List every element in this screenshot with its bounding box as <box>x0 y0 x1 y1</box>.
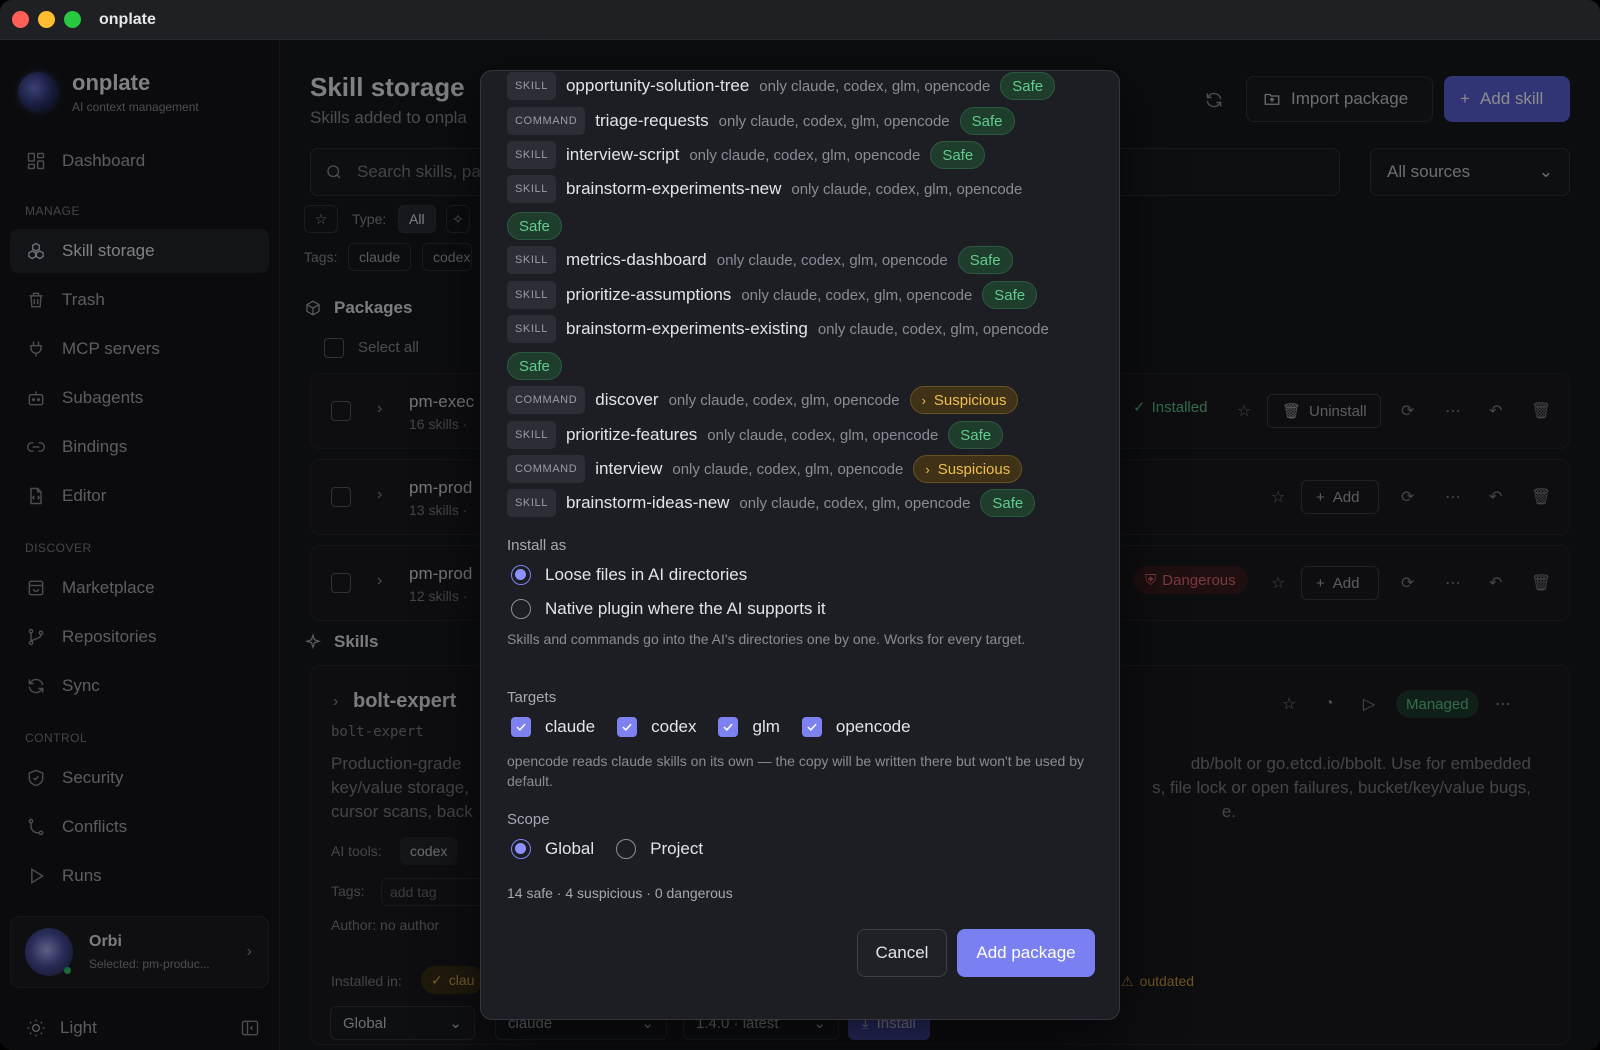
package-item-row: SKILL brainstorm-ideas-new only claude, … <box>507 488 1036 518</box>
safe-badge: Safe <box>948 421 1004 449</box>
item-scope: only claude, codex, glm, opencode <box>759 77 991 95</box>
target-checkbox-glm[interactable]: glm <box>718 717 780 737</box>
item-name: discover <box>595 390 659 409</box>
checkbox-checked-icon <box>718 717 739 737</box>
checkbox-checked-icon <box>801 717 822 737</box>
item-scope: only claude, codex, glm, opencode <box>707 426 939 444</box>
package-item-row: SKILL prioritize-features only claude, c… <box>507 420 1004 450</box>
install-as-label: Install as <box>507 537 567 554</box>
title-bar: onplate <box>0 0 1600 40</box>
install-option-loose-files[interactable]: Loose files in AI directories <box>511 565 747 585</box>
app-window: onplate onplate AI context management Da… <box>0 0 1600 1050</box>
radio-selected[interactable] <box>511 839 531 859</box>
safe-badge: Safe <box>957 246 1013 274</box>
package-item-row: SKILL brainstorm-experiments-existing on… <box>507 314 1059 344</box>
chevron-right-icon: › <box>925 461 930 477</box>
safe-badge: Safe <box>930 141 986 169</box>
item-scope: only claude, codex, glm, opencode <box>716 251 948 269</box>
add-package-dialog: SKILL opportunity-solution-tree only cla… <box>480 70 1120 1020</box>
item-kind: SKILL <box>507 72 556 100</box>
safe-badge: Safe <box>980 489 1036 517</box>
targets-label: Targets <box>507 689 557 706</box>
radio-selected[interactable] <box>511 565 531 585</box>
item-kind: COMMAND <box>507 107 586 135</box>
package-item-row: COMMAND discover only claude, codex, glm… <box>507 385 1019 415</box>
item-kind: COMMAND <box>507 386 586 414</box>
item-name: opportunity-solution-tree <box>565 76 750 95</box>
window-controls <box>12 11 81 28</box>
safe-badge: Safe <box>982 281 1038 309</box>
package-item-row: COMMAND triage-requests only claude, cod… <box>507 106 1015 136</box>
safe-badge: Safe <box>507 212 562 240</box>
package-item-row: SKILL metrics-dashboard only claude, cod… <box>507 245 1013 275</box>
checkbox-checked-icon <box>511 717 531 737</box>
item-scope: only claude, codex, glm, opencode <box>739 494 971 512</box>
item-scope: only claude, codex, glm, opencode <box>668 391 900 409</box>
item-kind: SKILL <box>507 246 556 274</box>
package-item-row: SKILL opportunity-solution-tree only cla… <box>507 71 1056 101</box>
scope-label: Scope <box>507 811 550 828</box>
close-window-button[interactable] <box>12 11 29 28</box>
targets-help-text: opencode reads claude skills on its own … <box>507 753 1084 789</box>
item-name: triage-requests <box>595 111 709 130</box>
scope-radios: Global Project <box>511 839 725 859</box>
suspicious-badge[interactable]: › Suspicious <box>909 386 1019 414</box>
window-title: onplate <box>99 10 156 28</box>
safe-badge: Safe <box>1000 72 1056 100</box>
scope-option-global[interactable]: Global <box>511 839 594 859</box>
item-kind: COMMAND <box>507 455 586 483</box>
checkbox-checked-icon <box>617 717 638 737</box>
item-name: metrics-dashboard <box>565 250 707 269</box>
radio-unselected[interactable] <box>511 599 531 619</box>
item-name: interview <box>595 459 663 478</box>
item-kind: SKILL <box>507 315 556 343</box>
item-name: brainstorm-experiments-new <box>565 179 782 198</box>
radio-unselected[interactable] <box>616 839 637 859</box>
scope-option-project[interactable]: Project <box>616 839 703 859</box>
install-help-text: Skills and commands go into the AI's dir… <box>507 631 1026 647</box>
item-scope: only claude, codex, glm, opencode <box>817 320 1049 338</box>
target-checkbox-opencode[interactable]: opencode <box>801 717 911 737</box>
item-scope: only claude, codex, glm, opencode <box>741 286 973 304</box>
item-name: brainstorm-experiments-existing <box>565 319 808 338</box>
item-scope: only claude, codex, glm, opencode <box>689 146 921 164</box>
item-scope: only claude, codex, glm, opencode <box>672 460 904 478</box>
minimize-window-button[interactable] <box>38 11 55 28</box>
safe-badge: Safe <box>507 352 562 380</box>
item-name: interview-script <box>565 145 680 164</box>
target-checkbox-claude[interactable]: claude <box>511 717 595 737</box>
cancel-button[interactable]: Cancel <box>857 929 947 977</box>
scan-summary: 14 safe · 4 suspicious · 0 dangerous <box>507 885 733 901</box>
targets-checkboxes: claude codex glm opencode <box>511 717 933 737</box>
package-item-row: SKILL brainstorm-experiments-new only cl… <box>507 174 1032 204</box>
safe-badge: Safe <box>959 107 1015 135</box>
package-item-row: SKILL prioritize-assumptions only claude… <box>507 280 1038 310</box>
package-item-row: SKILL interview-script only claude, code… <box>507 140 986 170</box>
item-name: prioritize-assumptions <box>565 285 732 304</box>
item-scope: only claude, codex, glm, opencode <box>791 180 1023 198</box>
item-scope: only claude, codex, glm, opencode <box>718 112 950 130</box>
item-kind: SKILL <box>507 141 556 169</box>
item-kind: SKILL <box>507 281 556 309</box>
item-kind: SKILL <box>507 489 556 517</box>
item-kind: SKILL <box>507 421 556 449</box>
install-option-native-plugin[interactable]: Native plugin where the AI supports it <box>511 599 826 619</box>
suspicious-badge[interactable]: › Suspicious <box>913 455 1023 483</box>
item-kind: SKILL <box>507 175 556 203</box>
item-name: brainstorm-ideas-new <box>565 493 730 512</box>
item-name: prioritize-features <box>565 425 698 444</box>
chevron-right-icon: › <box>921 392 926 408</box>
add-package-button[interactable]: Add package <box>957 929 1095 977</box>
package-item-row: COMMAND interview only claude, codex, gl… <box>507 454 1023 484</box>
target-checkbox-codex[interactable]: codex <box>617 717 696 737</box>
zoom-window-button[interactable] <box>64 11 81 28</box>
